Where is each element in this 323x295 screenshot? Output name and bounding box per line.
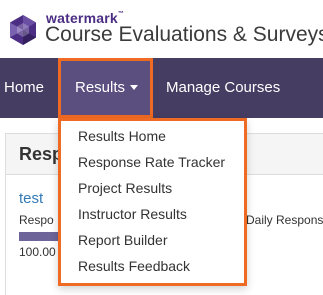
nav-results-dropdown[interactable]: Results (58, 58, 153, 118)
response-rate-value: 100.00 (19, 245, 56, 259)
main-navbar: Home Results Manage Courses (0, 58, 323, 118)
menu-item-report-builder[interactable]: Report Builder (78, 229, 168, 251)
results-dropdown-menu: Results Home Response Rate Tracker Proje… (58, 118, 247, 286)
menu-item-project-results[interactable]: Project Results (78, 177, 172, 199)
panel-title: Resp (19, 144, 64, 164)
daily-responses-label: Daily Respons (246, 213, 323, 227)
nav-results-label: Results (75, 79, 126, 96)
nav-home[interactable]: Home (4, 58, 44, 118)
menu-item-instructor-results[interactable]: Instructor Results (78, 203, 187, 225)
response-rate-label: Respo (19, 213, 54, 227)
caret-down-icon (130, 84, 139, 90)
menu-item-response-rate-tracker[interactable]: Response Rate Tracker (78, 151, 225, 173)
watermark-logo-icon (10, 15, 36, 45)
project-link[interactable]: test (19, 190, 43, 207)
app-header: watermark™ Course Evaluations & Surveys (0, 0, 323, 58)
menu-item-results-feedback[interactable]: Results Feedback (78, 255, 190, 277)
product-title: Course Evaluations & Surveys (45, 23, 323, 46)
nav-manage-courses[interactable]: Manage Courses (166, 58, 280, 118)
menu-item-results-home[interactable]: Results Home (78, 125, 166, 147)
